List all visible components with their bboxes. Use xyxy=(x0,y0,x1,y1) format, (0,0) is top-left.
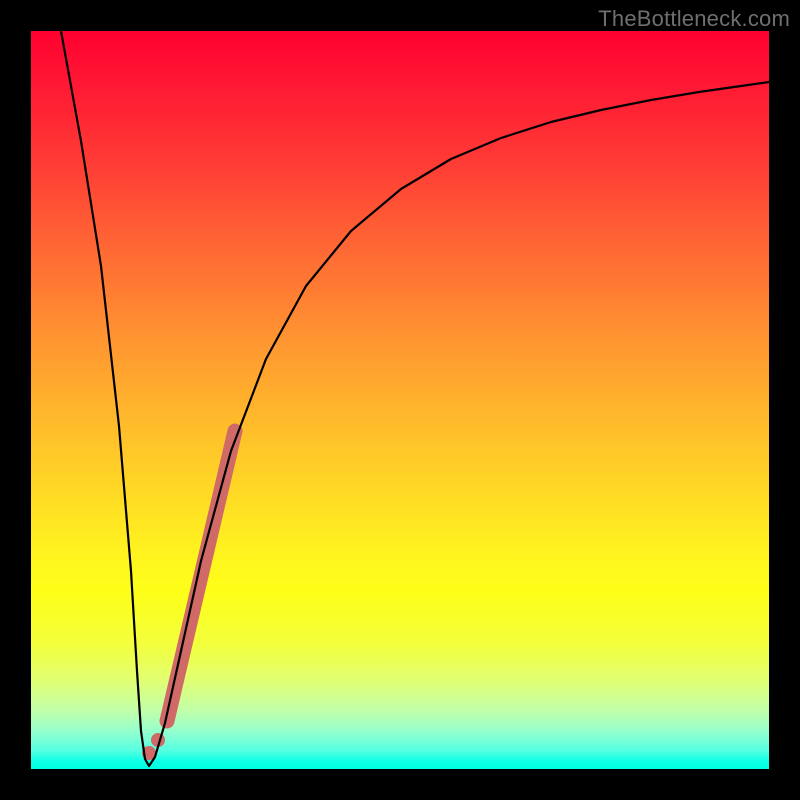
watermark-text: TheBottleneck.com xyxy=(598,6,790,32)
plot-area xyxy=(31,31,769,769)
bottleneck-curve xyxy=(61,31,769,766)
chart-svg xyxy=(31,31,769,769)
chart-frame: TheBottleneck.com xyxy=(0,0,800,800)
